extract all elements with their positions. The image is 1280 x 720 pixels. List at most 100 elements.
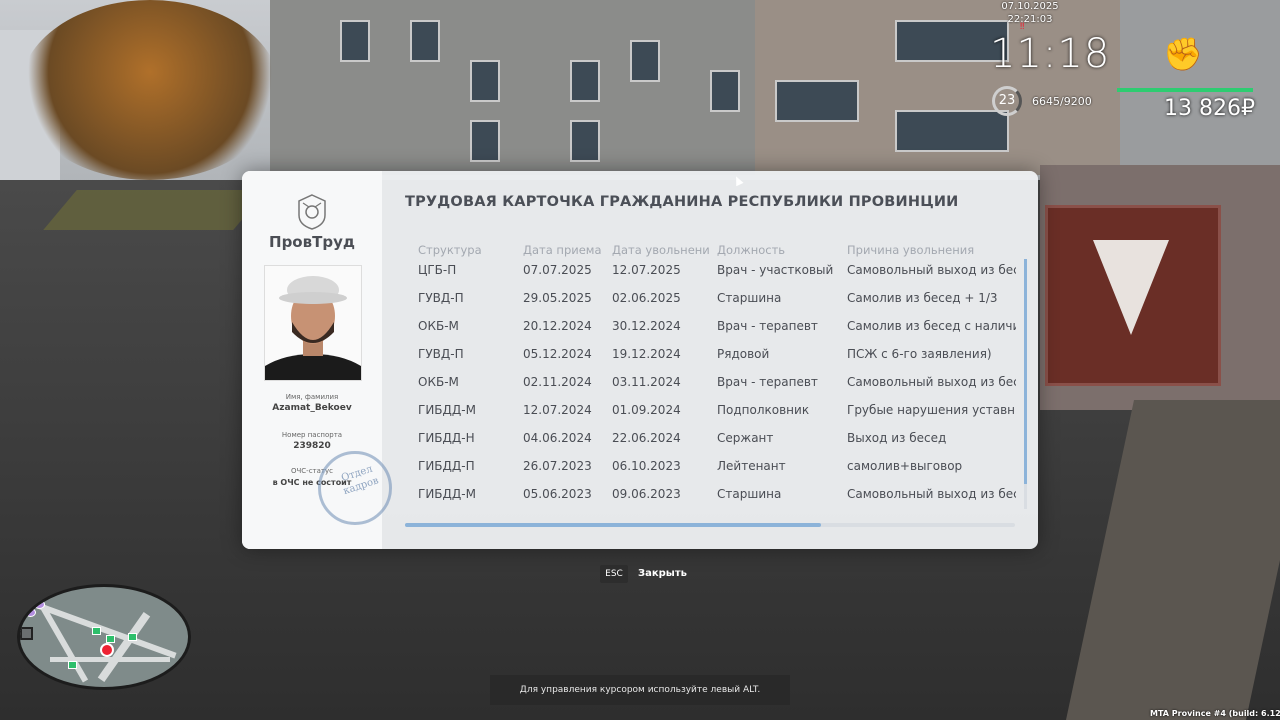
cell-org: ГИБДД-М [418,403,476,417]
table-row: ГИБДД-Н 04.06.2024 22.06.2024 Сержант Вы… [418,431,1016,459]
cell-fired: 09.06.2023 [612,487,681,501]
name-value: Azamat_Bekoev [272,403,352,413]
cell-reason: Самолив из бесед + 1/3 [847,291,998,305]
cell-fired: 30.12.2024 [612,319,681,333]
cell-hired: 07.07.2025 [523,263,592,277]
horizontal-scrollbar[interactable] [405,523,1015,527]
map-poi-icon [34,600,45,609]
cell-position: Старшина [717,487,782,501]
profile-panel: ПровТруд Имя, фамилия Azamat_Bekoev Номе… [242,171,392,549]
table-row: ГИБДД-М 05.06.2023 09.06.2023 Старшина С… [418,487,1016,515]
door-triangle [1093,240,1169,335]
map-marker-icon [106,635,115,643]
autumn-tree [20,0,280,180]
lawn [43,190,267,230]
cell-position: Сержант [717,431,774,445]
cell-reason: самолив+выговор [847,459,963,473]
table-row: ГИБДД-П 26.07.2023 06.10.2023 Лейтенант … [418,459,1016,487]
card-title: ТРУДОВАЯ КАРТОЧКА ГРАЖДАНИНА РЕСПУБЛИКИ … [405,194,959,210]
cell-fired: 12.07.2025 [612,263,681,277]
passport-value: 239820 [293,441,331,451]
building-main [270,0,760,175]
org-name: ПровТруд [269,233,355,251]
cell-position: Старшина [717,291,782,305]
minimap [17,584,191,690]
cell-org: ГИБДД-Н [418,431,475,445]
cell-reason: Самовольный выход из бесед [847,487,1016,501]
cell-fired: 22.06.2024 [612,431,681,445]
cell-reason: Грубые нарушения уставных д [847,403,1016,417]
cell-org: ГУВД-П [418,347,464,361]
cell-fired: 02.06.2025 [612,291,681,305]
fist-icon: ✊ [1163,35,1203,73]
header-position: Должность [717,243,786,257]
emblem-icon [298,194,326,230]
cell-hired: 04.06.2024 [523,431,592,445]
header-reason: Причина увольнения [847,243,975,257]
esc-key[interactable]: ESC [600,565,628,583]
cell-position: Подполковник [717,403,810,417]
header-hire-date: Дата приема [523,243,602,257]
health-bar [1117,88,1253,92]
close-button[interactable]: Закрыть [638,568,687,579]
build-info: MTA Province #4 (build: 6.12420.9) [1150,709,1280,718]
work-record-card: ПровТруд Имя, фамилия Azamat_Bekoev Номе… [242,171,1038,549]
cell-position: Рядовой [717,347,770,361]
cell-org: ОКБ-М [418,375,459,389]
table-row: ОКБ-М 02.11.2024 03.11.2024 Врач - терап… [418,375,1016,403]
table-row: ЦГБ-П 07.07.2025 12.07.2025 Врач - участ… [418,263,1016,291]
cell-org: ЦГБ-П [418,263,457,277]
cell-reason: Выход из бесед [847,431,947,445]
cell-hired: 02.11.2024 [523,375,592,389]
cell-fired: 01.09.2024 [612,403,681,417]
map-corner-icon [20,627,33,640]
cell-fired: 19.12.2024 [612,347,681,361]
cell-position: Врач - терапевт [717,375,818,389]
cell-org: ОКБ-М [418,319,459,333]
name-label: Имя, фамилия [285,393,339,401]
hud-clock: 11:18 [990,31,1111,77]
building-balconies [755,0,1135,175]
table-row: ГУВД-П 29.05.2025 02.06.2025 Старшина Са… [418,291,1016,319]
cell-hired: 26.07.2023 [523,459,592,473]
cell-fired: 03.11.2024 [612,375,681,389]
cell-position: Лейтенант [717,459,786,473]
horizontal-scroll-thumb[interactable] [405,523,821,527]
vertical-scroll-thumb[interactable] [1024,259,1027,484]
cell-hired: 29.05.2025 [523,291,592,305]
cell-reason: Самовольный выход из бесед [847,375,1016,389]
cell-reason: ПСЖ с 6-го заявления) [847,347,992,361]
building-right [1120,0,1280,165]
header-structure: Структура [418,243,482,257]
hud-datetime: 07.10.2025 22:21:03 [1001,1,1059,25]
level-badge: 23 [992,86,1022,116]
passport-label: Номер паспорта [281,431,343,439]
cell-reason: Самовольный выход из бесед [847,263,1016,277]
cursor-hint: Для управления курсором используйте левы… [490,675,790,705]
employment-table[interactable]: Структура Дата приема Дата увольнени Дол… [418,243,1016,515]
cell-org: ГУВД-П [418,291,464,305]
cell-org: ГИБДД-П [418,459,475,473]
cell-position: Врач - участковый [717,263,834,277]
player-marker-icon [100,643,114,657]
map-poi-icon [25,608,36,617]
citizen-photo [264,265,362,381]
cell-position: Врач - терапевт [717,319,818,333]
table-row: ГИБДД-М 12.07.2024 01.09.2024 Подполковн… [418,403,1016,431]
cell-reason: Самолив из бесед с наличием [847,319,1016,333]
cell-hired: 12.07.2024 [523,403,592,417]
cell-hired: 05.12.2024 [523,347,592,361]
money-display: 13 826₽ [1164,96,1255,121]
cell-hired: 05.06.2023 [523,487,592,501]
cell-org: ГИБДД-М [418,487,476,501]
vertical-scrollbar[interactable] [1024,259,1027,509]
table-row: ОКБ-М 20.12.2024 30.12.2024 Врач - терап… [418,319,1016,347]
xp-counter: 6645/9200 [1032,95,1092,108]
table-row: ГУВД-П 05.12.2024 19.12.2024 Рядовой ПСЖ… [418,347,1016,375]
header-fire-date: Дата увольнени [612,243,710,257]
cell-hired: 20.12.2024 [523,319,592,333]
map-marker-icon [68,661,77,669]
cell-fired: 06.10.2023 [612,459,681,473]
map-marker-icon [92,627,101,635]
map-marker-icon [128,633,137,641]
